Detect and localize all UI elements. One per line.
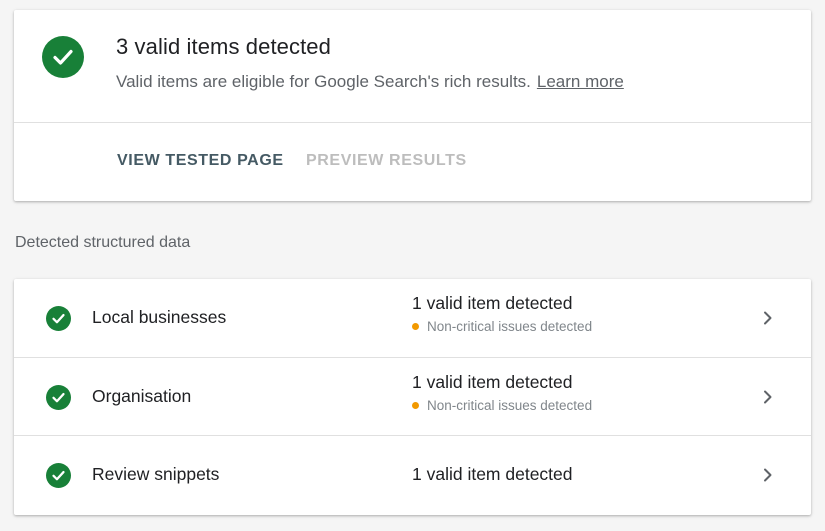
section-heading: Detected structured data bbox=[15, 234, 191, 251]
item-note-text: Non-critical issues detected bbox=[427, 319, 593, 334]
item-note: Non-critical issues detected bbox=[412, 319, 592, 334]
chevron-right-icon[interactable] bbox=[758, 387, 778, 407]
check-circle-icon bbox=[42, 36, 84, 78]
summary-actions: VIEW TESTED PAGE PREVIEW RESULTS bbox=[14, 123, 811, 201]
check-circle-icon bbox=[46, 306, 71, 331]
learn-more-link[interactable]: Learn more bbox=[537, 72, 624, 91]
warning-dot-icon bbox=[412, 323, 419, 330]
item-status: 1 valid item detected bbox=[412, 464, 573, 484]
summary-card: 3 valid items detected Valid items are e… bbox=[14, 10, 811, 201]
item-note: Non-critical issues detected bbox=[412, 398, 592, 413]
preview-results-button[interactable]: PREVIEW RESULTS bbox=[306, 152, 467, 170]
list-item-local-businesses[interactable]: Local businesses 1 valid item detected N… bbox=[14, 279, 811, 357]
summary-header: 3 valid items detected Valid items are e… bbox=[14, 10, 811, 123]
check-circle-icon bbox=[46, 463, 71, 488]
item-status: 1 valid item detected bbox=[412, 372, 573, 392]
item-note-text: Non-critical issues detected bbox=[427, 398, 593, 413]
list-item-organisation[interactable]: Organisation 1 valid item detected Non-c… bbox=[14, 357, 811, 435]
check-circle-icon bbox=[46, 385, 71, 410]
item-name: Organisation bbox=[92, 386, 192, 406]
item-status: 1 valid item detected bbox=[412, 293, 573, 313]
warning-dot-icon bbox=[412, 402, 419, 409]
summary-subtitle-text: Valid items are eligible for Google Sear… bbox=[116, 72, 531, 91]
item-name: Review snippets bbox=[92, 464, 220, 484]
list-item-review-snippets[interactable]: Review snippets 1 valid item detected bbox=[14, 435, 811, 513]
chevron-right-icon[interactable] bbox=[758, 465, 778, 485]
chevron-right-icon[interactable] bbox=[758, 308, 778, 328]
item-name: Local businesses bbox=[92, 307, 227, 327]
summary-subtitle: Valid items are eligible for Google Sear… bbox=[116, 72, 624, 92]
summary-title: 3 valid items detected bbox=[116, 34, 331, 59]
view-tested-page-button[interactable]: VIEW TESTED PAGE bbox=[117, 152, 284, 170]
structured-data-list: Local businesses 1 valid item detected N… bbox=[14, 279, 811, 515]
